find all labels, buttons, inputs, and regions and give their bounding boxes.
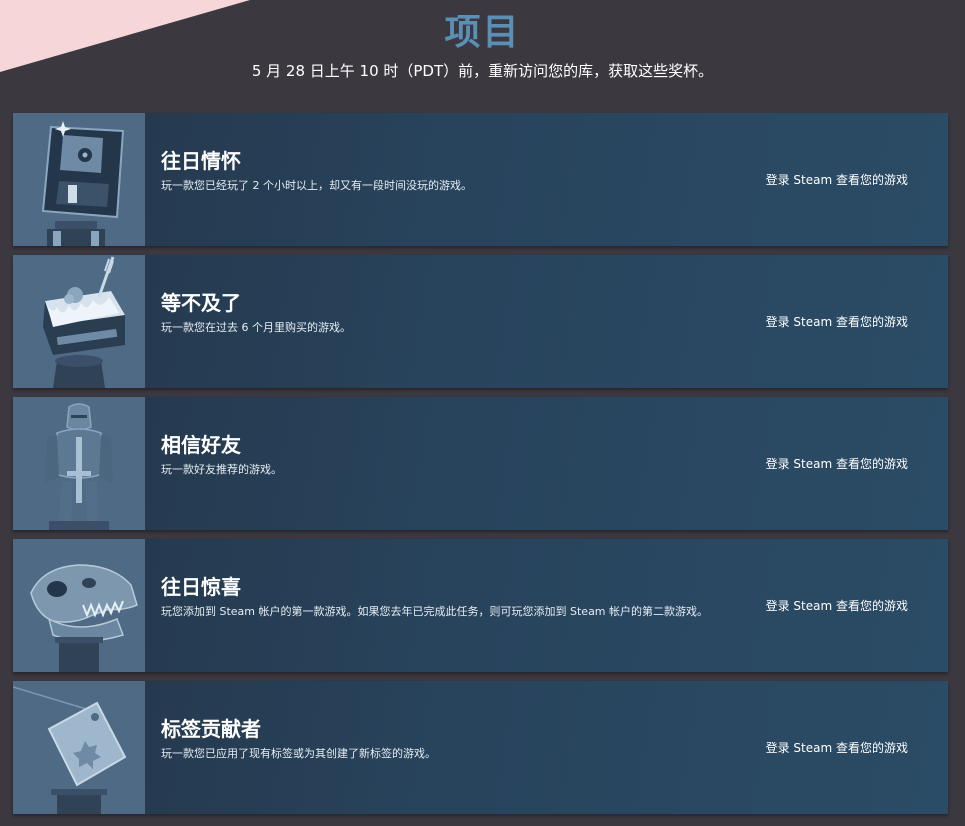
page-header: 项目 5 月 28 日上午 10 时（PDT）前，重新访问您的库，获取这些奖杯。 [0, 0, 965, 110]
dinosaur-skull-trophy-icon [13, 539, 145, 672]
quest-description: 玩一款您在过去 6 个月里购买的游戏。 [161, 321, 351, 334]
quest-description: 玩您添加到 Steam 帐户的第一款游戏。如果您去年已完成此任务，则可玩您添加到… [161, 605, 709, 618]
quest-row-tag-contributor: 标签贡献者 玩一款您已应用了现有标签或为其创建了新标签的游戏。 登录 Steam… [13, 681, 948, 814]
quest-description: 玩一款好友推荐的游戏。 [161, 463, 282, 476]
login-steam-link[interactable]: 登录 Steam 查看您的游戏 [766, 597, 908, 615]
quest-title: 相信好友 [161, 433, 241, 457]
quest-row-past-surprise: 往日惊喜 玩您添加到 Steam 帐户的第一款游戏。如果您去年已完成此任务，则可… [13, 539, 948, 672]
floppy-disk-trophy-icon [13, 113, 145, 246]
login-steam-link[interactable]: 登录 Steam 查看您的游戏 [766, 455, 908, 473]
cake-trophy-icon [13, 255, 145, 388]
quest-row-trust-friends: 相信好友 玩一款好友推荐的游戏。 登录 Steam 查看您的游戏 [13, 397, 948, 530]
price-tag-trophy-icon [13, 681, 145, 814]
login-steam-link[interactable]: 登录 Steam 查看您的游戏 [766, 313, 908, 331]
quest-title: 标签贡献者 [161, 717, 261, 741]
quest-title: 等不及了 [161, 291, 241, 315]
quest-list: 往日情怀 玩一款您已经玩了 2 个小时以上，却又有一段时间没玩的游戏。 登录 S… [13, 113, 948, 814]
quest-title: 往日情怀 [161, 149, 241, 173]
quest-title: 往日惊喜 [161, 575, 241, 599]
quest-row-cant-wait: 等不及了 玩一款您在过去 6 个月里购买的游戏。 登录 Steam 查看您的游戏 [13, 255, 948, 388]
knight-trophy-icon [13, 397, 145, 530]
quest-row-nostalgia: 往日情怀 玩一款您已经玩了 2 个小时以上，却又有一段时间没玩的游戏。 登录 S… [13, 113, 948, 246]
login-steam-link[interactable]: 登录 Steam 查看您的游戏 [766, 739, 908, 757]
page-subtitle: 5 月 28 日上午 10 时（PDT）前，重新访问您的库，获取这些奖杯。 [251, 62, 714, 80]
login-steam-link[interactable]: 登录 Steam 查看您的游戏 [766, 171, 908, 189]
quest-description: 玩一款您已应用了现有标签或为其创建了新标签的游戏。 [161, 747, 436, 760]
page-title: 项目 [444, 12, 521, 53]
quest-description: 玩一款您已经玩了 2 个小时以上，却又有一段时间没玩的游戏。 [161, 179, 472, 192]
